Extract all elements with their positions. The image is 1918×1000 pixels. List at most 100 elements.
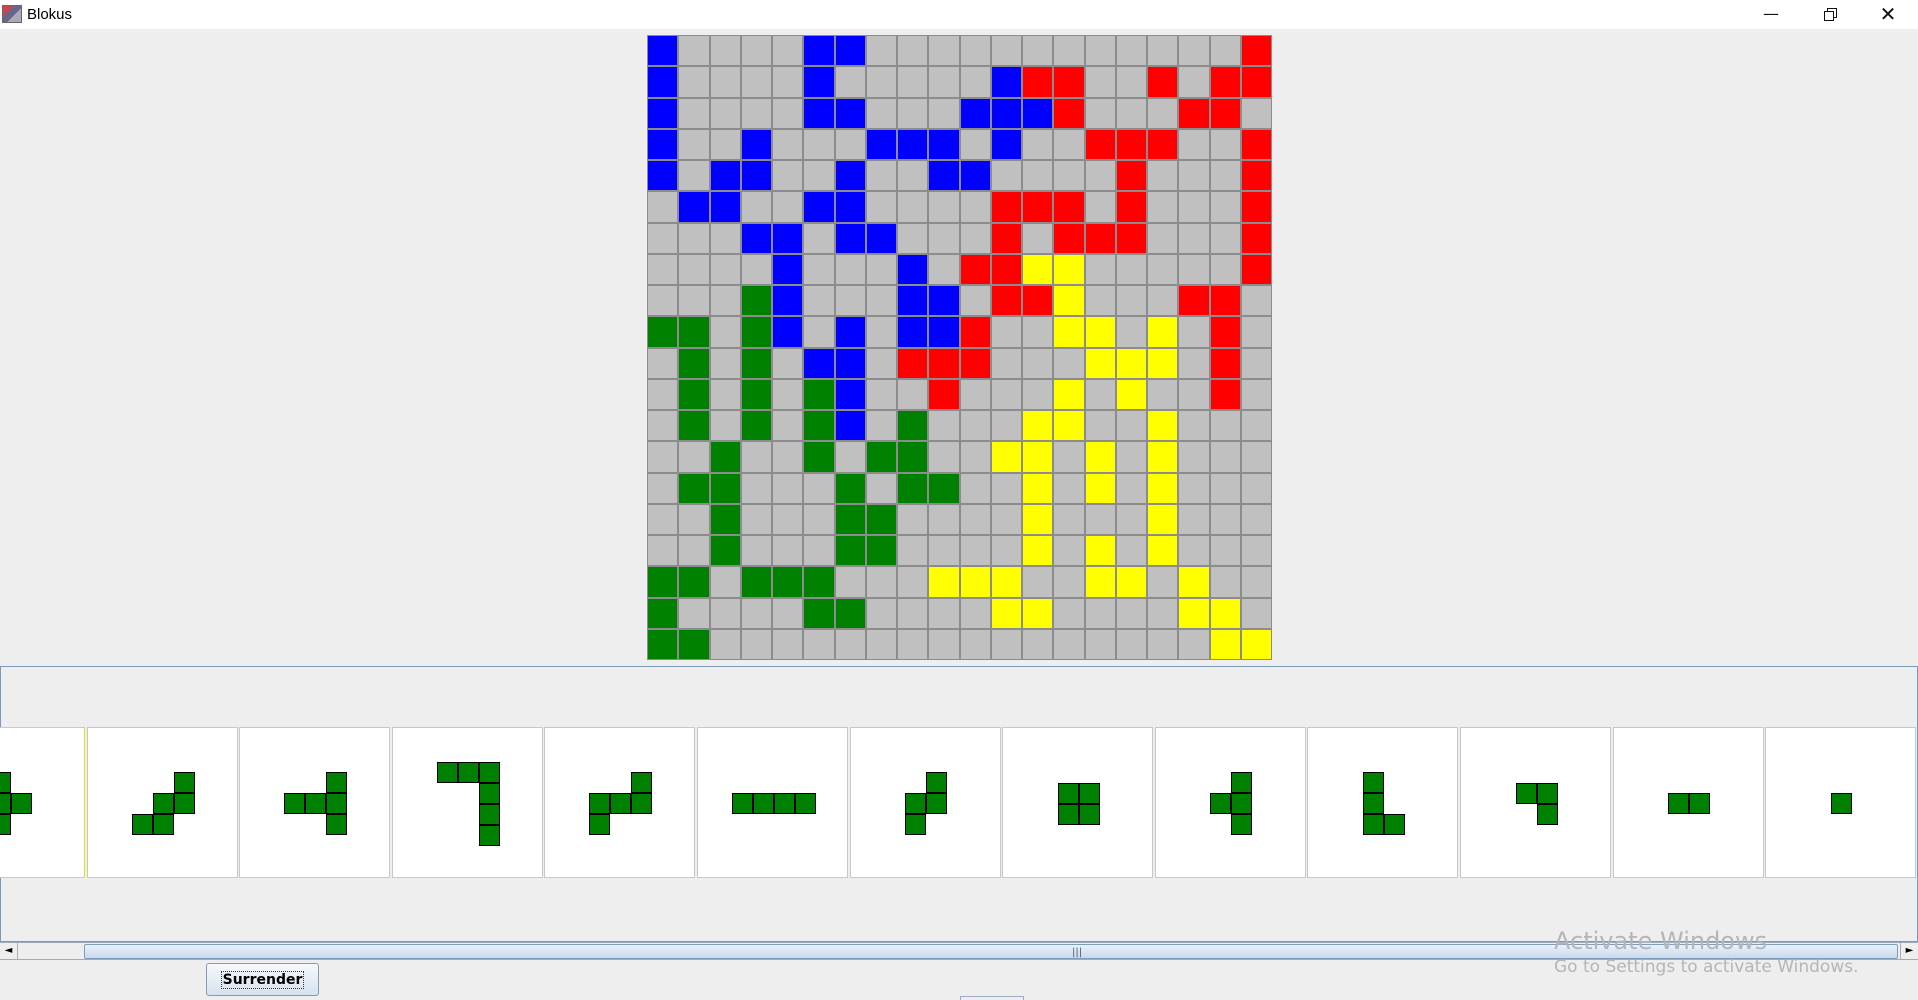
board-cell-empty[interactable] <box>1022 628 1054 660</box>
board-cell-empty[interactable] <box>1209 191 1241 223</box>
board-cell-yellow[interactable] <box>1115 566 1147 598</box>
board-cell-red[interactable] <box>1240 222 1272 254</box>
board-cell-blue[interactable] <box>928 160 960 192</box>
board-cell-empty[interactable] <box>1240 410 1272 442</box>
board-cell-red[interactable] <box>990 222 1022 254</box>
board-cell-empty[interactable] <box>1053 566 1085 598</box>
board-cell-blue[interactable] <box>834 316 866 348</box>
board-cell-empty[interactable] <box>740 191 772 223</box>
board-cell-empty[interactable] <box>1115 97 1147 129</box>
piece-card[interactable] <box>544 727 696 878</box>
board-cell-empty[interactable] <box>1084 410 1116 442</box>
board-cell-empty[interactable] <box>1178 503 1210 535</box>
board-cell-empty[interactable] <box>1147 253 1179 285</box>
board-cell-empty[interactable] <box>803 316 835 348</box>
board-cell-empty[interactable] <box>740 35 772 67</box>
board-cell-empty[interactable] <box>1115 535 1147 567</box>
board-cell-empty[interactable] <box>772 191 804 223</box>
board-cell-empty[interactable] <box>1240 285 1272 317</box>
board-cell-empty[interactable] <box>1115 35 1147 67</box>
board-cell-green[interactable] <box>803 566 835 598</box>
board-cell-blue[interactable] <box>990 66 1022 98</box>
board-cell-empty[interactable] <box>1147 191 1179 223</box>
board-cell-empty[interactable] <box>772 347 804 379</box>
piece-card[interactable] <box>1765 727 1917 878</box>
board-cell-red[interactable] <box>990 285 1022 317</box>
board-cell-empty[interactable] <box>678 441 710 473</box>
board-cell-yellow[interactable] <box>1084 347 1116 379</box>
board-cell-empty[interactable] <box>897 597 929 629</box>
board-cell-empty[interactable] <box>928 191 960 223</box>
board-cell-empty[interactable] <box>897 378 929 410</box>
board-cell-yellow[interactable] <box>1053 285 1085 317</box>
board-cell-green[interactable] <box>803 597 835 629</box>
board-cell-red[interactable] <box>1053 222 1085 254</box>
board-cell-blue[interactable] <box>865 128 897 160</box>
board-cell-red[interactable] <box>928 378 960 410</box>
board-cell-empty[interactable] <box>1115 316 1147 348</box>
board-cell-yellow[interactable] <box>1147 316 1179 348</box>
board-cell-empty[interactable] <box>990 316 1022 348</box>
board-cell-green[interactable] <box>803 378 835 410</box>
board-cell-empty[interactable] <box>1209 160 1241 192</box>
board-cell-empty[interactable] <box>865 160 897 192</box>
board-cell-empty[interactable] <box>803 253 835 285</box>
board-cell-empty[interactable] <box>897 535 929 567</box>
board-cell-empty[interactable] <box>709 128 741 160</box>
board-cell-empty[interactable] <box>772 441 804 473</box>
scroll-left-arrow-icon[interactable]: ◄ <box>0 943 18 959</box>
board-cell-empty[interactable] <box>678 222 710 254</box>
board-cell-red[interactable] <box>1084 222 1116 254</box>
board-cell-empty[interactable] <box>709 597 741 629</box>
board-cell-red[interactable] <box>959 253 991 285</box>
board-cell-empty[interactable] <box>928 503 960 535</box>
board-cell-empty[interactable] <box>928 410 960 442</box>
board-cell-blue[interactable] <box>834 35 866 67</box>
board-cell-green[interactable] <box>647 566 679 598</box>
board-cell-empty[interactable] <box>1053 160 1085 192</box>
board-cell-blue[interactable] <box>803 66 835 98</box>
board-cell-green[interactable] <box>709 472 741 504</box>
board-cell-empty[interactable] <box>928 222 960 254</box>
board-cell-red[interactable] <box>1053 191 1085 223</box>
board-cell-empty[interactable] <box>834 128 866 160</box>
piece-card[interactable] <box>1154 727 1306 878</box>
board-cell-blue[interactable] <box>803 97 835 129</box>
board-cell-green[interactable] <box>772 566 804 598</box>
board-cell-yellow[interactable] <box>1022 410 1054 442</box>
board-cell-empty[interactable] <box>834 441 866 473</box>
board-cell-empty[interactable] <box>1053 347 1085 379</box>
board-cell-yellow[interactable] <box>1022 503 1054 535</box>
board-cell-empty[interactable] <box>740 66 772 98</box>
board-cell-empty[interactable] <box>772 503 804 535</box>
board-cell-blue[interactable] <box>834 222 866 254</box>
board-cell-blue[interactable] <box>928 316 960 348</box>
board-cell-empty[interactable] <box>772 128 804 160</box>
board-cell-yellow[interactable] <box>1084 316 1116 348</box>
board-cell-empty[interactable] <box>1178 128 1210 160</box>
board-cell-blue[interactable] <box>897 128 929 160</box>
board-cell-empty[interactable] <box>1178 66 1210 98</box>
board-cell-empty[interactable] <box>1084 160 1116 192</box>
board-cell-green[interactable] <box>740 566 772 598</box>
board-cell-empty[interactable] <box>772 97 804 129</box>
board-cell-yellow[interactable] <box>1115 347 1147 379</box>
board-cell-yellow[interactable] <box>990 441 1022 473</box>
board-cell-empty[interactable] <box>803 285 835 317</box>
board-cell-red[interactable] <box>1209 316 1241 348</box>
board-cell-empty[interactable] <box>772 35 804 67</box>
board-cell-empty[interactable] <box>709 35 741 67</box>
board-cell-empty[interactable] <box>678 160 710 192</box>
board-cell-empty[interactable] <box>1053 503 1085 535</box>
board-cell-green[interactable] <box>678 347 710 379</box>
board-cell-empty[interactable] <box>1147 285 1179 317</box>
board-cell-empty[interactable] <box>1178 35 1210 67</box>
board-cell-empty[interactable] <box>1115 503 1147 535</box>
board-cell-red[interactable] <box>1209 97 1241 129</box>
board-cell-yellow[interactable] <box>1178 597 1210 629</box>
board-cell-empty[interactable] <box>897 66 929 98</box>
board-cell-empty[interactable] <box>709 316 741 348</box>
board-cell-empty[interactable] <box>1084 628 1116 660</box>
board-cell-red[interactable] <box>1115 128 1147 160</box>
board-cell-red[interactable] <box>1053 97 1085 129</box>
